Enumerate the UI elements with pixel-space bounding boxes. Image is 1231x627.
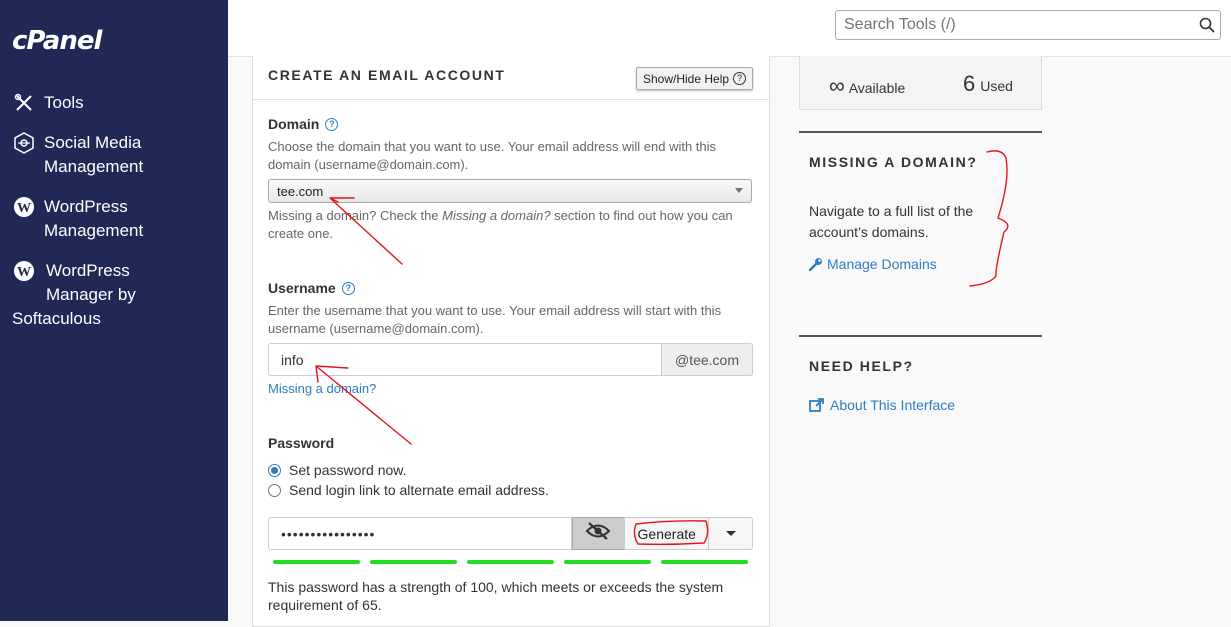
svg-text:W: W	[17, 265, 31, 280]
svg-text:W: W	[17, 201, 31, 216]
tools-icon	[12, 91, 36, 115]
wrench-icon	[809, 257, 823, 271]
wordpress-icon: W	[12, 195, 36, 219]
sidebar-item-wordpress-management[interactable]: W WordPress Management	[12, 195, 143, 243]
top-bar	[228, 0, 1231, 57]
divider	[799, 335, 1042, 337]
social-media-icon	[12, 131, 36, 155]
missing-domain-title: MISSING A DOMAIN?	[809, 154, 978, 170]
create-email-panel: CREATE AN EMAIL ACCOUNT Show/Hide Help ?…	[252, 56, 770, 627]
generate-password-button[interactable]: Generate	[624, 517, 710, 550]
help-circle-icon[interactable]: ?	[341, 281, 355, 295]
sidebar-item-social-media[interactable]: Social Media Management	[12, 131, 143, 179]
missing-domain-link[interactable]: Missing a domain?	[268, 381, 376, 396]
username-input-group: @tee.com	[268, 343, 753, 376]
used-count: 6	[963, 71, 976, 96]
radio-button[interactable]	[268, 483, 281, 497]
username-label: Username ?	[268, 280, 355, 296]
domain-help-text: Choose the domain that you want to use. …	[268, 139, 717, 172]
password-input-group: Generate	[268, 517, 754, 550]
strength-segment	[661, 560, 748, 564]
account-stats: ∞ Available 6 Used	[799, 56, 1042, 110]
username-input[interactable]	[268, 343, 661, 376]
domain-label: Domain ?	[268, 116, 339, 132]
cpanel-logo[interactable]: cPanel	[12, 26, 102, 56]
show-hide-help-button[interactable]: Show/Hide Help ?	[636, 67, 754, 90]
sidebar-item-label: WordPress Management	[44, 197, 144, 240]
generate-options-dropdown[interactable]	[709, 517, 754, 550]
missing-domain-text: Navigate to a full list of the account’s…	[809, 203, 974, 240]
external-link-icon	[809, 397, 824, 413]
caret-down-icon	[725, 531, 736, 536]
search-input[interactable]	[835, 10, 1221, 40]
username-help-text: Enter the username that you want to use.…	[268, 303, 722, 336]
infinity-symbol: ∞	[829, 73, 845, 98]
password-strength-meter	[273, 560, 748, 564]
about-interface-link[interactable]: About This Interface	[809, 397, 955, 413]
radio-button[interactable]	[268, 463, 281, 477]
strength-segment	[273, 560, 360, 564]
password-input[interactable]	[268, 517, 572, 550]
sidebar-item-label: Social Media Management	[44, 133, 144, 176]
eye-slash-icon	[585, 522, 611, 545]
password-strength-text: This password has a strength of 100, whi…	[268, 579, 724, 613]
panel-header: CREATE AN EMAIL ACCOUNT Show/Hide Help ?	[253, 56, 769, 100]
wordpress-icon: W	[12, 259, 36, 283]
sidebar-item-wordpress-softaculous[interactable]: W WordPress Manager by Softaculous	[12, 259, 136, 331]
help-circle-icon[interactable]: ?	[325, 117, 339, 131]
strength-segment	[370, 560, 457, 564]
sidebar-item-tools[interactable]: Tools	[12, 91, 84, 115]
divider	[799, 131, 1042, 133]
available-stat: ∞ Available	[829, 73, 906, 98]
sidebar-item-label: Tools	[44, 93, 84, 112]
search-icon[interactable]	[1199, 17, 1215, 33]
strength-segment	[564, 560, 651, 564]
radio-set-password[interactable]: Set password now.	[268, 462, 407, 478]
caret-down-icon	[735, 188, 743, 193]
need-help-title: NEED HELP?	[809, 358, 914, 374]
password-label: Password	[268, 435, 335, 451]
sidebar: cPanel Tools Social Media Management W Wo…	[0, 0, 228, 621]
used-stat: 6 Used	[963, 71, 1013, 96]
strength-segment	[467, 560, 554, 564]
toggle-visibility-button[interactable]	[571, 517, 626, 550]
domain-suffix: @tee.com	[661, 343, 753, 376]
page-title: CREATE AN EMAIL ACCOUNT	[268, 67, 506, 83]
missing-domain-note: Missing a domain? Check the Missing a do…	[268, 208, 733, 241]
radio-send-login-link[interactable]: Send login link to alternate email addre…	[268, 482, 549, 498]
help-circle-icon: ?	[733, 72, 747, 85]
domain-select[interactable]: tee.com	[268, 179, 752, 203]
manage-domains-link[interactable]: Manage Domains	[809, 256, 937, 272]
